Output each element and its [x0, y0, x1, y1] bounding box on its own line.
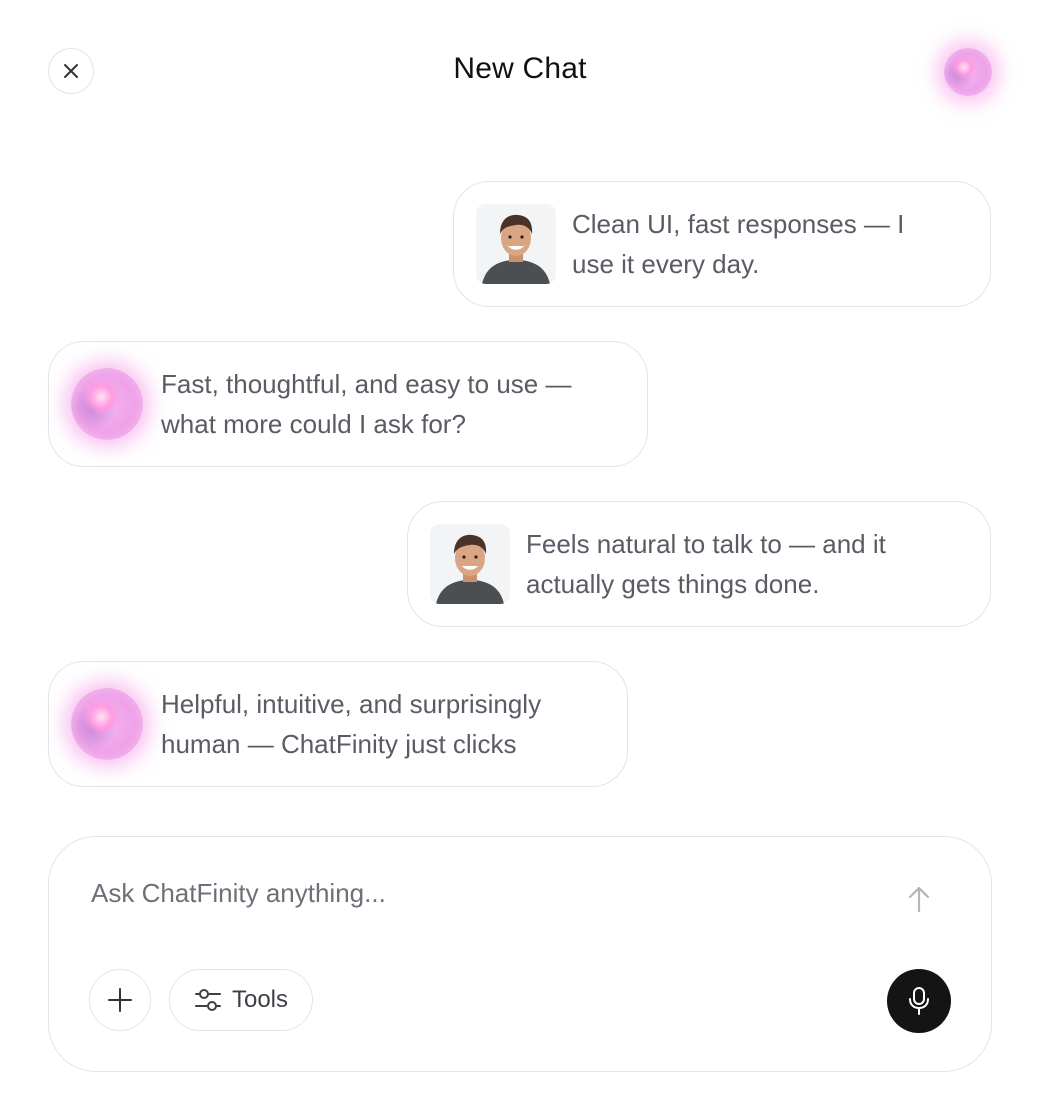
microphone-button[interactable] — [887, 969, 951, 1033]
user-message: Clean UI, fast responses — I use it ever… — [453, 181, 991, 307]
page-title: New Chat — [453, 52, 587, 85]
assistant-message: Helpful, intuitive, and surprisingly hum… — [48, 661, 628, 787]
tools-button[interactable]: Tools — [169, 969, 313, 1031]
assistant-avatar-icon — [71, 688, 143, 760]
user-avatar — [430, 524, 510, 604]
arrow-up-icon — [908, 886, 930, 913]
assistant-message: Fast, thoughtful, and easy to use — what… — [48, 341, 648, 467]
message-text: Helpful, intuitive, and surprisingly hum… — [161, 689, 542, 759]
sliders-icon — [194, 989, 221, 1011]
message-text: Feels natural to talk to — and it actual… — [526, 529, 886, 599]
assistant-avatar-icon — [71, 368, 143, 440]
message-text: Fast, thoughtful, and easy to use — what… — [161, 369, 572, 439]
message-text: Clean UI, fast responses — I use it ever… — [572, 209, 905, 279]
microphone-icon — [909, 987, 929, 1015]
chat-composer: Tools — [48, 836, 992, 1072]
send-button[interactable] — [901, 881, 937, 917]
tools-label: Tools — [231, 986, 289, 1013]
add-button[interactable] — [89, 969, 151, 1031]
plus-icon — [108, 988, 132, 1012]
user-message: Feels natural to talk to — and it actual… — [407, 501, 991, 627]
message-input[interactable] — [89, 877, 853, 910]
user-avatar — [476, 204, 556, 284]
assistant-orb-icon[interactable] — [944, 48, 992, 96]
